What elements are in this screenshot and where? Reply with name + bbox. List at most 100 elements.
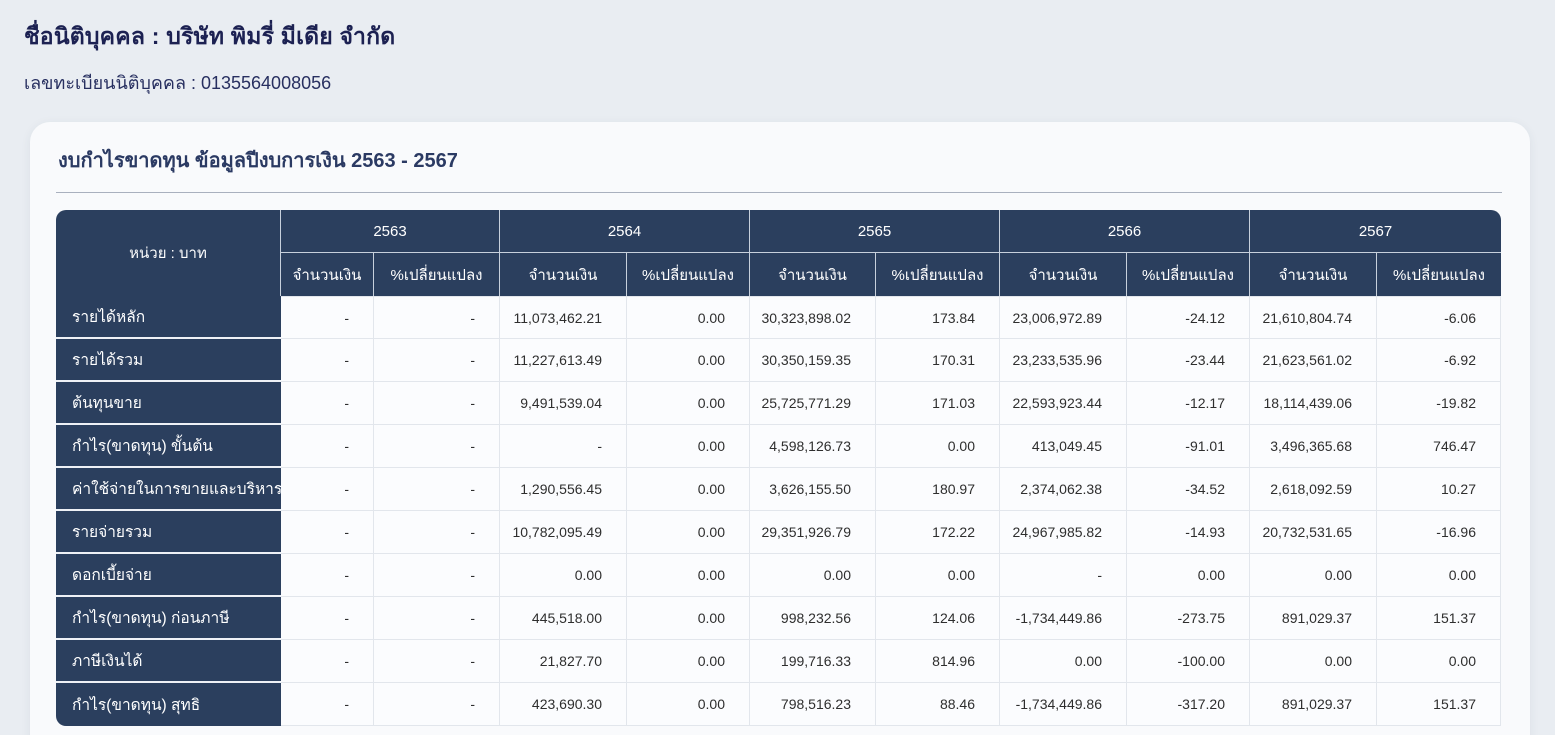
percent-change-cell: 180.97 bbox=[876, 468, 1000, 511]
percent-change-cell: 151.37 bbox=[1377, 683, 1501, 726]
amount-cell: 998,232.56 bbox=[750, 597, 876, 640]
year-header: 2564 bbox=[500, 210, 750, 253]
year-header: 2563 bbox=[281, 210, 500, 253]
amount-cell: 445,518.00 bbox=[500, 597, 627, 640]
amount-cell: 2,618,092.59 bbox=[1250, 468, 1377, 511]
row-label: รายได้รวม bbox=[56, 339, 281, 382]
percent-change-cell: 0.00 bbox=[1377, 640, 1501, 683]
unit-header: หน่วย : บาท bbox=[56, 210, 281, 296]
percent-change-cell: 0.00 bbox=[876, 425, 1000, 468]
registration-number: เลขทะเบียนนิติบุคคล : 0135564008056 bbox=[24, 73, 332, 93]
percent-change-cell: 0.00 bbox=[627, 683, 750, 726]
percent-change-cell: -34.52 bbox=[1127, 468, 1250, 511]
amount-cell: - bbox=[281, 425, 374, 468]
amount-cell: 23,233,535.96 bbox=[1000, 339, 1127, 382]
percent-change-cell: 0.00 bbox=[627, 597, 750, 640]
amount-cell: 798,516.23 bbox=[750, 683, 876, 726]
percent-change-cell: 151.37 bbox=[1377, 597, 1501, 640]
amount-cell: -1,734,449.86 bbox=[1000, 597, 1127, 640]
table-row: กำไร(ขาดทุน) ขั้นต้น - - -0.00 4,598,126.73 0… bbox=[56, 425, 1501, 468]
amount-header: จำนวนเงิน bbox=[281, 253, 374, 296]
amount-cell: 0.00 bbox=[1250, 554, 1377, 597]
amount-cell: 25,725,771.29 bbox=[750, 382, 876, 425]
percent-change-header: %เปลี่ยนแปลง bbox=[374, 253, 500, 296]
row-label: รายจ่ายรวม bbox=[56, 511, 281, 554]
amount-cell: 1,290,556.45 bbox=[500, 468, 627, 511]
percent-change-cell: 746.47 bbox=[1377, 425, 1501, 468]
percent-change-cell: 171.03 bbox=[876, 382, 1000, 425]
percent-change-cell: 10.27 bbox=[1377, 468, 1501, 511]
amount-cell: 3,626,155.50 bbox=[750, 468, 876, 511]
amount-cell: 23,006,972.89 bbox=[1000, 296, 1127, 339]
percent-change-cell: -24.12 bbox=[1127, 296, 1250, 339]
percent-change-cell: 0.00 bbox=[627, 640, 750, 683]
percent-change-cell: -100.00 bbox=[1127, 640, 1250, 683]
card-title: งบกำไรขาดทุน ข้อมูลปีงบการเงิน 2563 - 25… bbox=[58, 150, 458, 172]
percent-change-cell: -273.75 bbox=[1127, 597, 1250, 640]
percent-change-cell: - bbox=[374, 597, 500, 640]
percent-change-cell: -6.06 bbox=[1377, 296, 1501, 339]
amount-cell: -1,734,449.86 bbox=[1000, 683, 1127, 726]
amount-cell: 199,716.33 bbox=[750, 640, 876, 683]
amount-cell: 20,732,531.65 bbox=[1250, 511, 1377, 554]
table-row: รายได้รวม - -11,227,613.49 0.00 30,350,159.3… bbox=[56, 339, 1501, 382]
percent-change-cell: - bbox=[374, 425, 500, 468]
percent-change-cell: - bbox=[374, 382, 500, 425]
amount-cell: - bbox=[281, 339, 374, 382]
percent-change-cell: - bbox=[374, 640, 500, 683]
percent-change-cell: -6.92 bbox=[1377, 339, 1501, 382]
amount-cell: 2,374,062.38 bbox=[1000, 468, 1127, 511]
amount-cell: 413,049.45 bbox=[1000, 425, 1127, 468]
year-header: 2566 bbox=[1000, 210, 1250, 253]
row-label: ต้นทุนขาย bbox=[56, 382, 281, 425]
amount-header: จำนวนเงิน bbox=[500, 253, 627, 296]
percent-change-cell: - bbox=[374, 339, 500, 382]
amount-cell: - bbox=[281, 597, 374, 640]
row-label: กำไร(ขาดทุน) ก่อนภาษี bbox=[56, 597, 281, 640]
percent-change-header: %เปลี่ยนแปลง bbox=[1377, 253, 1501, 296]
percent-change-cell: -317.20 bbox=[1127, 683, 1250, 726]
amount-cell: - bbox=[281, 640, 374, 683]
table-row: ดอกเบี้ยจ่าย - -0.00 0.00 0.00 0.00-0.00 0.00 0… bbox=[56, 554, 1501, 597]
row-label: ดอกเบี้ยจ่าย bbox=[56, 554, 281, 597]
percent-change-cell: -91.01 bbox=[1127, 425, 1250, 468]
profit-loss-table: หน่วย : บาท 2563 2564 2565 2566 2567 จำนวนเงิน… bbox=[56, 210, 1501, 726]
percent-change-cell: -12.17 bbox=[1127, 382, 1250, 425]
amount-cell: 21,623,561.02 bbox=[1250, 339, 1377, 382]
amount-cell: 9,491,539.04 bbox=[500, 382, 627, 425]
amount-cell: 423,690.30 bbox=[500, 683, 627, 726]
amount-cell: - bbox=[281, 468, 374, 511]
percent-change-cell: - bbox=[374, 511, 500, 554]
year-header: 2565 bbox=[750, 210, 1000, 253]
percent-change-cell: 0.00 bbox=[627, 511, 750, 554]
amount-cell: 11,227,613.49 bbox=[500, 339, 627, 382]
year-header: 2567 bbox=[1250, 210, 1501, 253]
amount-cell: 30,350,159.35 bbox=[750, 339, 876, 382]
percent-change-cell: 0.00 bbox=[1377, 554, 1501, 597]
amount-cell: - bbox=[1000, 554, 1127, 597]
card-divider bbox=[56, 192, 1502, 193]
amount-header: จำนวนเงิน bbox=[1250, 253, 1377, 296]
percent-change-cell: 170.31 bbox=[876, 339, 1000, 382]
percent-change-cell: 0.00 bbox=[876, 554, 1000, 597]
amount-cell: 4,598,126.73 bbox=[750, 425, 876, 468]
table-row: ต้นทุนขาย - -9,491,539.04 0.00 25,725,771.29… bbox=[56, 382, 1501, 425]
amount-header: จำนวนเงิน bbox=[750, 253, 876, 296]
row-label: กำไร(ขาดทุน) ขั้นต้น bbox=[56, 425, 281, 468]
percent-change-cell: -14.93 bbox=[1127, 511, 1250, 554]
percent-change-cell: 0.00 bbox=[627, 296, 750, 339]
amount-cell: 21,827.70 bbox=[500, 640, 627, 683]
table-row: รายจ่ายรวม - -10,782,095.49 0.00 29,351,926.… bbox=[56, 511, 1501, 554]
amount-cell: 10,782,095.49 bbox=[500, 511, 627, 554]
company-title: ชื่อนิติบุคคล : บริษัท พิมรี่ มีเดีย จำก… bbox=[24, 23, 396, 49]
percent-change-cell: - bbox=[374, 296, 500, 339]
amount-cell: - bbox=[500, 425, 627, 468]
row-label: ภาษีเงินได้ bbox=[56, 640, 281, 683]
amount-cell: 24,967,985.82 bbox=[1000, 511, 1127, 554]
percent-change-cell: 172.22 bbox=[876, 511, 1000, 554]
amount-cell: - bbox=[281, 511, 374, 554]
percent-change-cell: - bbox=[374, 554, 500, 597]
amount-cell: 891,029.37 bbox=[1250, 597, 1377, 640]
table-row: กำไร(ขาดทุน) ก่อนภาษี - -445,518.00 0.00 998… bbox=[56, 597, 1501, 640]
amount-cell: - bbox=[281, 683, 374, 726]
